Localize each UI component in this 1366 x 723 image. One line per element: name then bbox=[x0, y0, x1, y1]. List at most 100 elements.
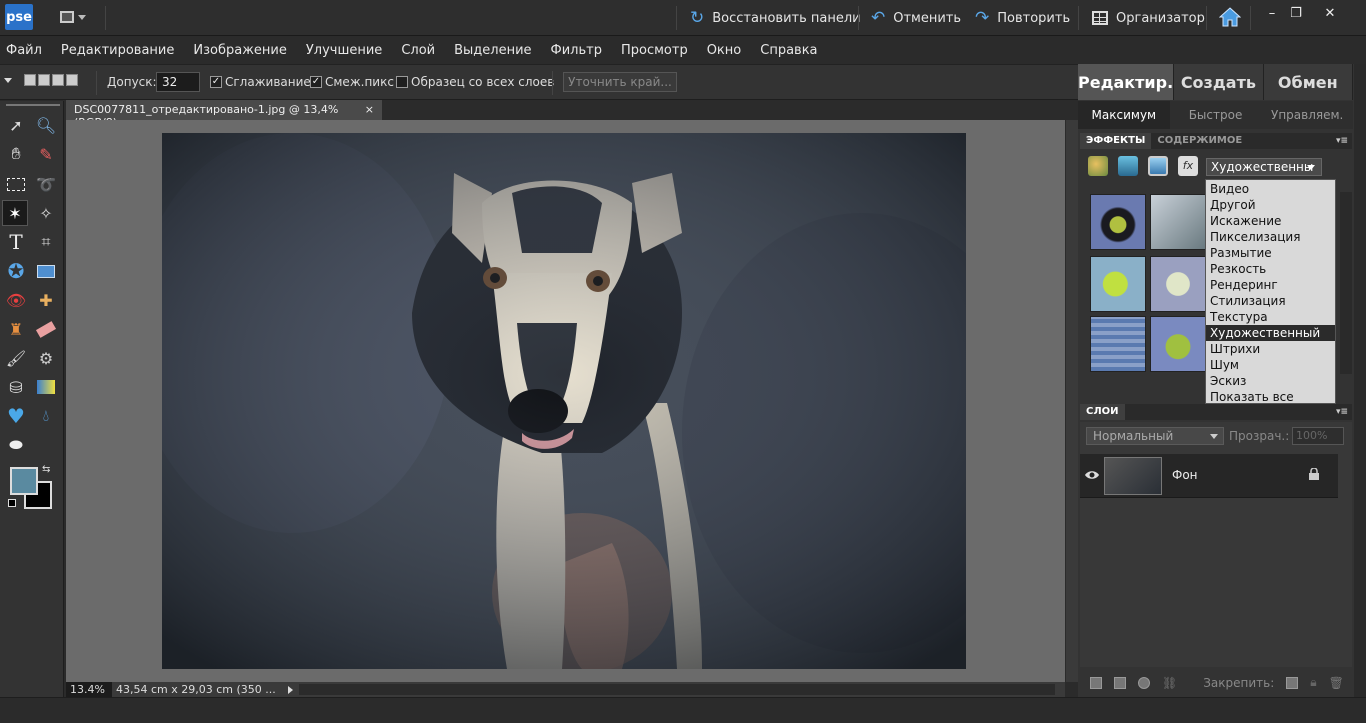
add-selection-mode-icon[interactable] bbox=[38, 74, 50, 86]
effect-thumbnail[interactable] bbox=[1090, 316, 1146, 372]
sample-all-layers-checkbox[interactable]: Образец со всех слоев bbox=[396, 75, 554, 89]
tolerance-input[interactable]: 32 bbox=[156, 72, 200, 92]
lock-all-icon[interactable]: 🔒︎ bbox=[1310, 675, 1316, 690]
zoom-tool-icon[interactable]: 🔍︎ bbox=[33, 112, 59, 138]
menu-select[interactable]: Выделение bbox=[454, 43, 531, 58]
menu-view[interactable]: Просмотр bbox=[621, 43, 688, 58]
minimize-button[interactable]: – bbox=[1262, 6, 1282, 24]
shape-tool-icon[interactable]: ♥ bbox=[3, 403, 29, 429]
new-adjustment-layer-icon[interactable] bbox=[1114, 676, 1126, 689]
dropdown-item-artistic[interactable]: Художественный bbox=[1206, 325, 1335, 341]
dropdown-item-render[interactable]: Рендеринг bbox=[1206, 277, 1335, 293]
crop-tool-icon[interactable]: ⌗ bbox=[33, 229, 59, 255]
dropdown-item-video[interactable]: Видео bbox=[1206, 181, 1335, 197]
brush-tool-icon[interactable]: 🖌︎ bbox=[3, 345, 29, 371]
smart-brush-tool-icon[interactable]: ⚙︎ bbox=[33, 345, 59, 371]
paint-bucket-tool-icon[interactable]: ⛁ bbox=[3, 374, 29, 400]
tab-content[interactable]: СОДЕРЖИМОЕ bbox=[1151, 133, 1248, 149]
healing-brush-tool-icon[interactable]: ✚ bbox=[33, 287, 59, 313]
effect-thumbnail[interactable] bbox=[1150, 316, 1206, 372]
menu-file[interactable]: Файл bbox=[6, 43, 42, 58]
quick-selection-tool-icon[interactable]: ✧ bbox=[33, 200, 59, 226]
eye-icon[interactable] bbox=[1084, 468, 1100, 482]
canvas-vertical-scrollbar[interactable] bbox=[1066, 120, 1078, 682]
effect-thumbnail[interactable] bbox=[1090, 256, 1146, 312]
close-window-button[interactable]: ✕ bbox=[1320, 6, 1340, 24]
document-image[interactable] bbox=[162, 133, 966, 669]
menu-enhance[interactable]: Улучшение bbox=[306, 43, 382, 58]
effect-thumbnail[interactable] bbox=[1150, 194, 1206, 250]
home-icon[interactable] bbox=[1219, 7, 1241, 27]
document-tab[interactable]: DSC0077811_отредактировано-1.jpg @ 13,4%… bbox=[66, 100, 382, 129]
zoom-level-input[interactable]: 13.4% bbox=[66, 682, 112, 697]
dropdown-item-blur[interactable]: Размытие bbox=[1206, 245, 1335, 261]
fx-icon[interactable]: fx bbox=[1178, 156, 1198, 176]
effects-category-select[interactable]: Художественны bbox=[1206, 158, 1322, 176]
photo-effects-icon[interactable] bbox=[1148, 156, 1168, 176]
dropdown-item-other[interactable]: Другой bbox=[1206, 197, 1335, 213]
contiguous-checkbox[interactable]: ✓ Смеж.пикс bbox=[310, 75, 394, 89]
dropdown-item-brush-strokes[interactable]: Штрихи bbox=[1206, 341, 1335, 357]
effect-thumbnail[interactable] bbox=[1090, 194, 1146, 250]
layer-row[interactable]: Фон bbox=[1080, 454, 1338, 498]
move-tool-icon[interactable]: ➚ bbox=[3, 112, 29, 138]
sponge-tool-icon[interactable]: ⬬ bbox=[3, 432, 29, 458]
dropdown-item-noise[interactable]: Шум bbox=[1206, 357, 1335, 373]
menu-edit[interactable]: Редактирование bbox=[61, 43, 174, 58]
tab-create[interactable]: Создать bbox=[1174, 64, 1264, 100]
menu-help[interactable]: Справка bbox=[760, 43, 817, 58]
link-icon[interactable]: ⛓ bbox=[1162, 676, 1177, 690]
filters-icon[interactable] bbox=[1088, 156, 1108, 176]
tab-effects[interactable]: ЭФФЕКТЫ bbox=[1080, 133, 1152, 149]
red-eye-tool-icon[interactable]: 👁︎ bbox=[3, 287, 29, 313]
hand-tool-icon[interactable]: ✋︎ bbox=[3, 141, 29, 167]
canvas-horizontal-scrollbar[interactable] bbox=[299, 684, 1055, 695]
cookie-cutter-tool-icon[interactable]: ✪ bbox=[3, 258, 29, 284]
document-close-icon[interactable]: × bbox=[365, 103, 374, 117]
undo-button[interactable]: ↶ Отменить bbox=[871, 8, 961, 28]
swap-colors-icon[interactable]: ⇆ bbox=[42, 464, 50, 475]
redo-button[interactable]: ↷ Повторить bbox=[975, 8, 1070, 28]
menu-layer[interactable]: Слой bbox=[401, 43, 435, 58]
tab-guided-edit[interactable]: Управляем. bbox=[1261, 101, 1353, 129]
menu-filter[interactable]: Фильтр bbox=[551, 43, 602, 58]
intersect-selection-mode-icon[interactable] bbox=[66, 74, 78, 86]
dropdown-item-sketch[interactable]: Эскиз bbox=[1206, 373, 1335, 389]
eraser-tool-icon[interactable] bbox=[33, 316, 59, 342]
refine-edge-button[interactable]: Уточнить край... bbox=[563, 72, 677, 92]
tab-layers[interactable]: СЛОИ bbox=[1080, 404, 1125, 420]
foreground-color-front[interactable] bbox=[10, 467, 38, 495]
antialias-checkbox[interactable]: ✓ Сглаживание bbox=[210, 75, 311, 89]
layer-styles-icon[interactable] bbox=[1118, 156, 1138, 176]
dropdown-item-show-all[interactable]: Показать все bbox=[1206, 389, 1335, 405]
effect-thumbnail[interactable] bbox=[1150, 256, 1206, 312]
dropdown-item-sharpen[interactable]: Резкость bbox=[1206, 261, 1335, 277]
mask-icon[interactable] bbox=[1138, 676, 1150, 689]
status-menu-arrow-icon[interactable] bbox=[288, 685, 293, 694]
restore-panels-button[interactable]: ↻ Восстановить панели bbox=[690, 8, 861, 28]
gradient-tool-icon[interactable] bbox=[33, 374, 59, 400]
dropdown-item-pixelate[interactable]: Пикселизация bbox=[1206, 229, 1335, 245]
restore-window-button[interactable]: ❐ bbox=[1286, 6, 1306, 24]
magic-wand-tool-icon[interactable]: ✶ bbox=[2, 200, 28, 226]
panel-menu-icon[interactable]: ▾≡ bbox=[1336, 136, 1348, 146]
lock-transparent-icon[interactable] bbox=[1286, 676, 1299, 689]
organizer-button[interactable]: Организатор bbox=[1092, 8, 1205, 28]
subtract-selection-mode-icon[interactable] bbox=[52, 74, 64, 86]
tab-share[interactable]: Обмен bbox=[1263, 64, 1354, 100]
tab-edit[interactable]: Редактир. bbox=[1078, 64, 1175, 100]
marquee-tool-icon[interactable] bbox=[3, 171, 29, 197]
effects-scrollbar[interactable] bbox=[1340, 192, 1352, 374]
menu-image[interactable]: Изображение bbox=[193, 43, 286, 58]
eyedropper-tool-icon[interactable]: ✎ bbox=[33, 141, 59, 167]
right-panel-scrollbar[interactable] bbox=[1354, 64, 1366, 697]
menu-window[interactable]: Окно bbox=[707, 43, 742, 58]
lasso-tool-icon[interactable]: ➰ bbox=[33, 171, 59, 197]
straighten-tool-icon[interactable] bbox=[33, 258, 59, 284]
default-colors-icon[interactable] bbox=[8, 499, 16, 507]
new-selection-mode-icon[interactable] bbox=[24, 74, 36, 86]
dropdown-item-stylize[interactable]: Стилизация bbox=[1206, 293, 1335, 309]
new-layer-icon[interactable] bbox=[1090, 676, 1102, 689]
tab-quick-edit[interactable]: Быстрое bbox=[1170, 101, 1262, 129]
tool-preset-chevron-icon[interactable] bbox=[4, 77, 12, 83]
